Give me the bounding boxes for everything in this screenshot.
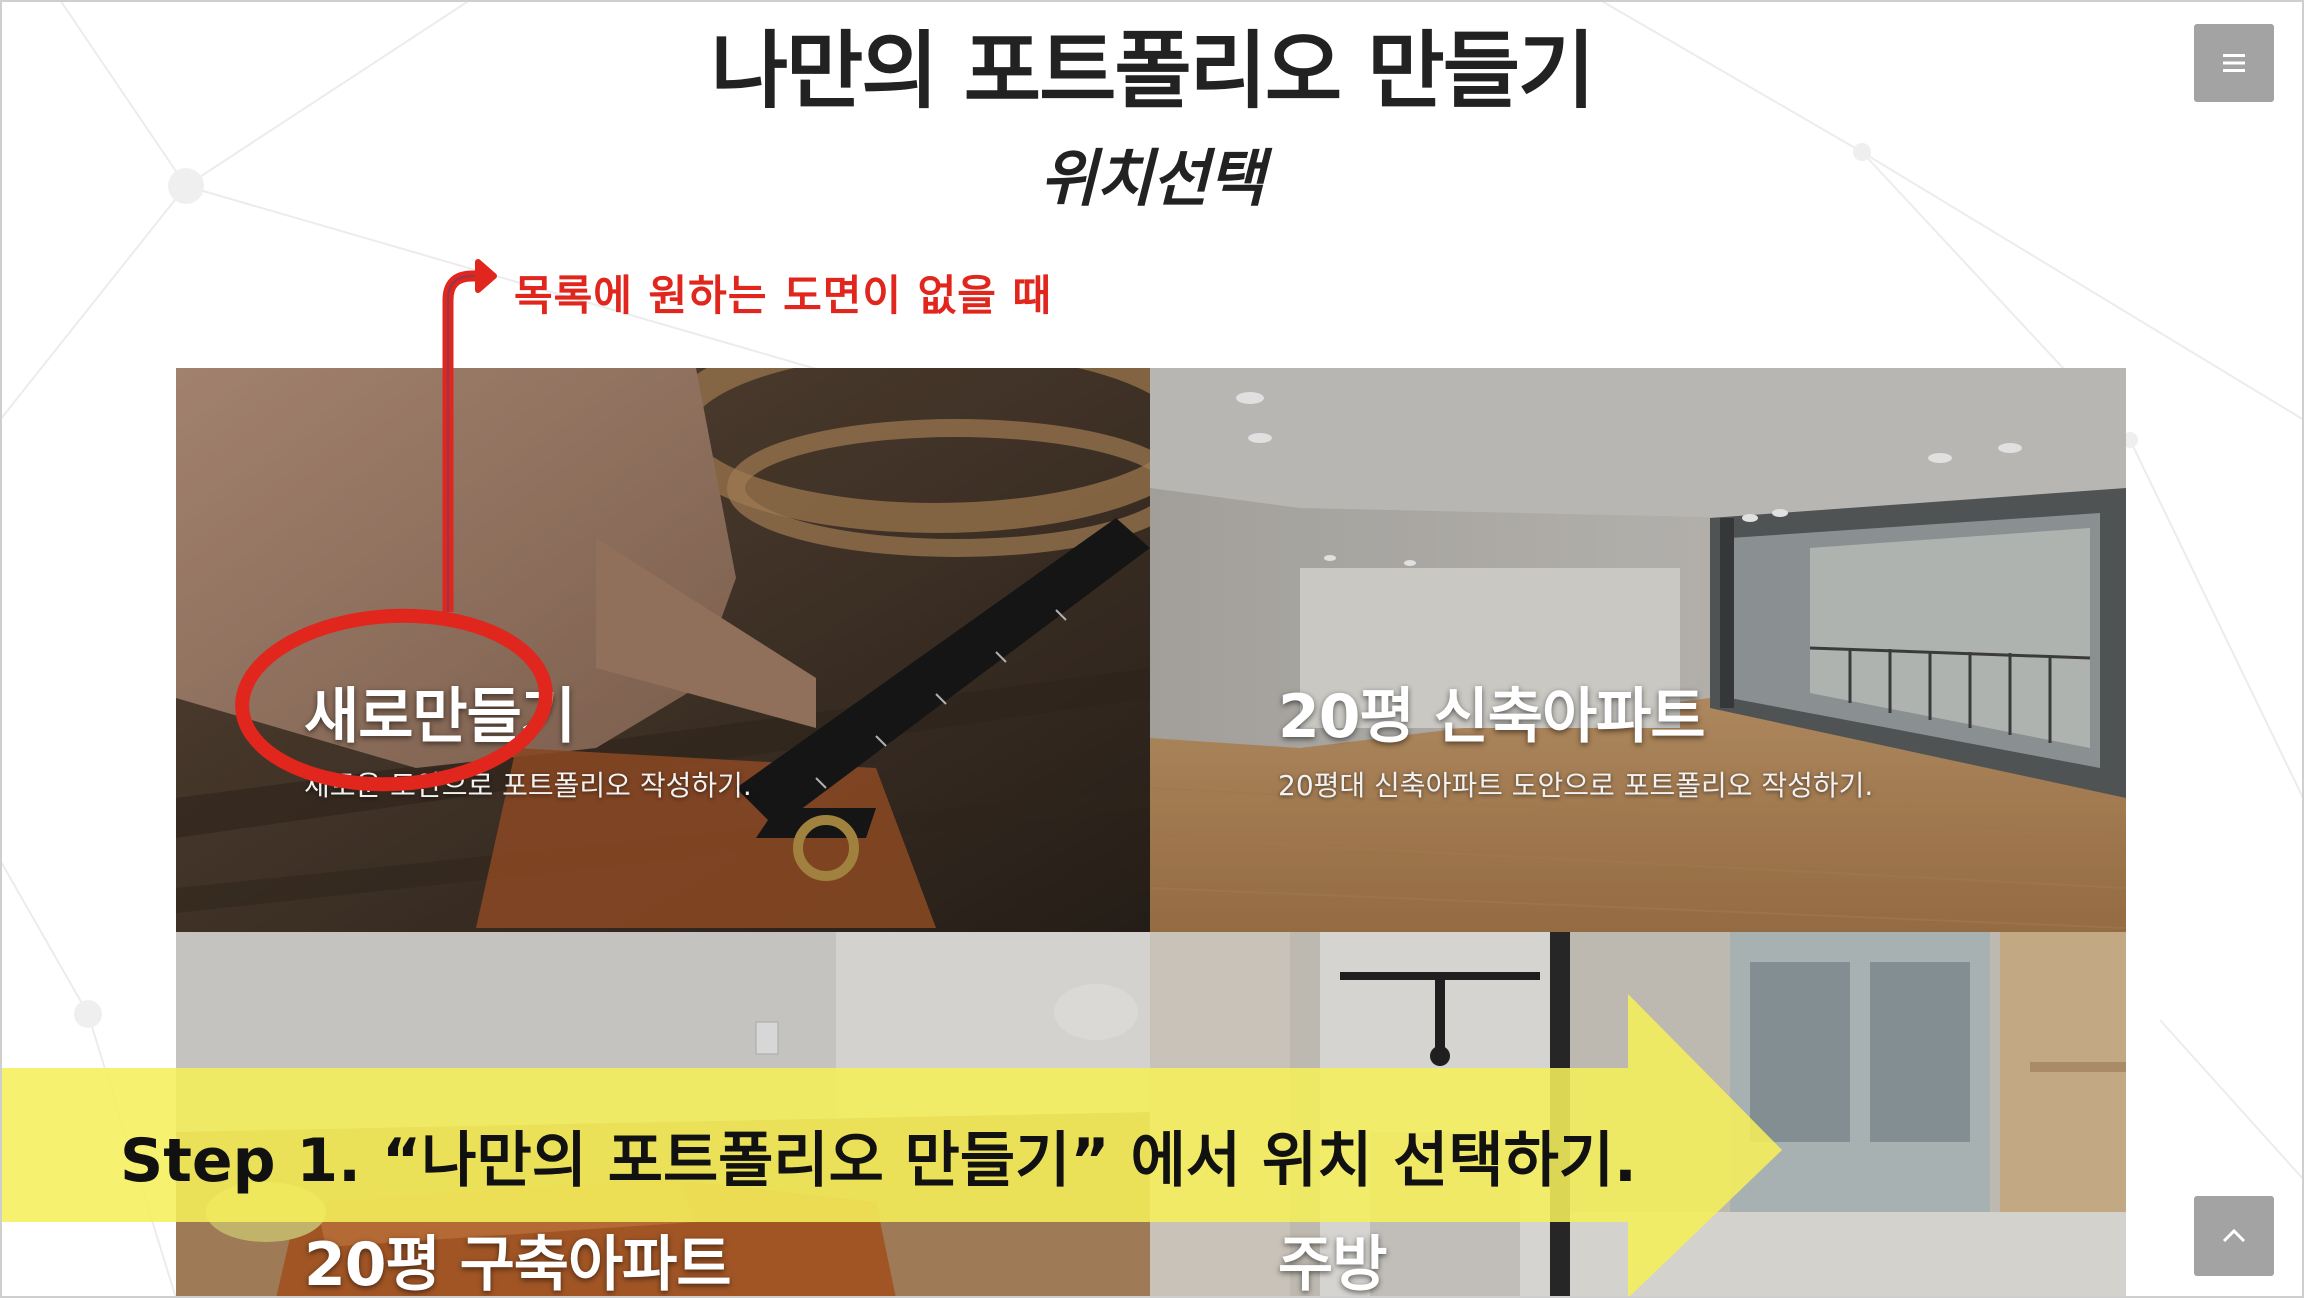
- step-banner-text: Step 1. “나만의 포트폴리오 만들기” 에서 위치 선택하기.: [120, 1126, 1637, 1196]
- step-banner: [0, 994, 1782, 1298]
- scroll-top-button[interactable]: [2194, 1196, 2274, 1276]
- chevron-up-icon: [2222, 1228, 2246, 1243]
